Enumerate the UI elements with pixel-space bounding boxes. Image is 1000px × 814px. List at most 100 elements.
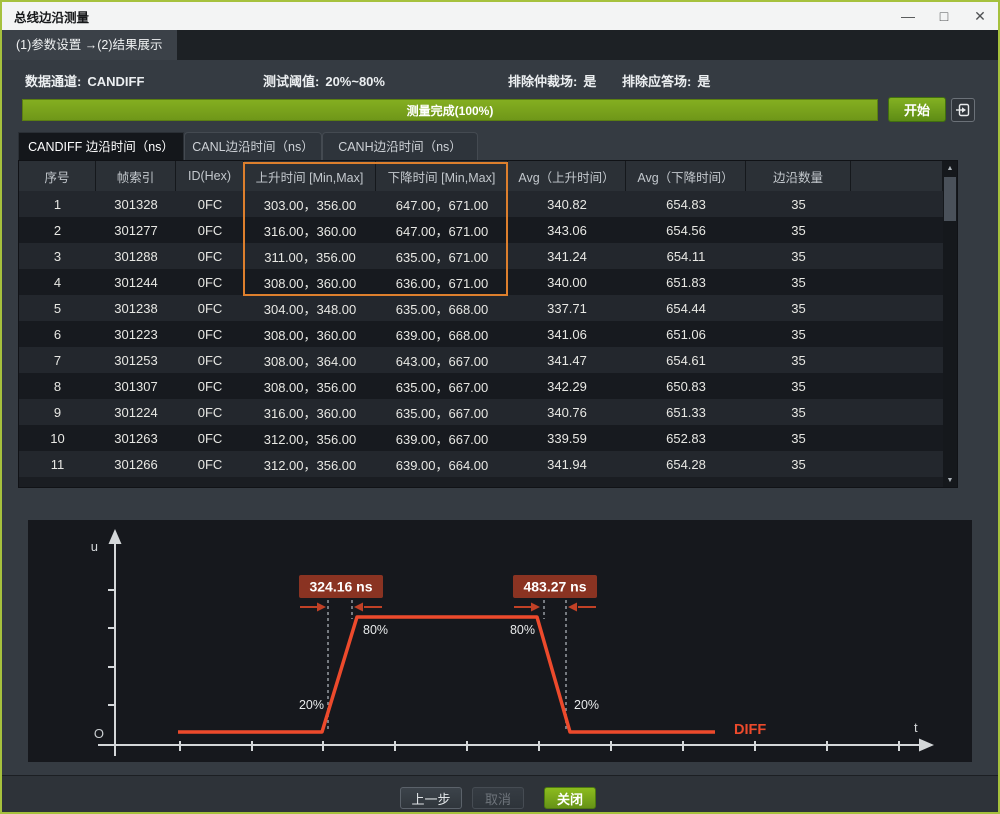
table-cell: 35 <box>746 295 851 321</box>
table-row[interactable]: 33012880FC311.00，356.00635.00，671.00341.… <box>19 243 943 269</box>
table-cell: 635.00，671.00 <box>376 243 508 269</box>
signal-label: DIFF <box>734 722 766 738</box>
back-button[interactable]: 上一步 <box>400 787 462 809</box>
table-cell: 4 <box>19 269 96 295</box>
table-row[interactable]: 83013070FC308.00，356.00635.00，667.00342.… <box>19 373 943 399</box>
table-cell: 35 <box>746 191 851 217</box>
table-row[interactable]: 103012630FC312.00，356.00639.00，667.00339… <box>19 425 943 451</box>
param-label: 排除仲裁场: <box>508 74 577 89</box>
header-fall-time[interactable]: 下降时间 [Min,Max] <box>376 161 508 191</box>
table-cell: 308.00，360.00 <box>244 321 376 347</box>
table-row[interactable]: 13013280FC303.00，356.00647.00，671.00340.… <box>19 191 943 217</box>
table-cell: 341.24 <box>508 243 626 269</box>
table-scrollbar[interactable]: ▲ ▼ <box>943 161 957 487</box>
rise-high-threshold-label: 80% <box>363 623 388 637</box>
cancel-button[interactable]: 取消 <box>472 787 524 809</box>
table-cell: 643.00，667.00 <box>376 347 508 373</box>
minimize-icon[interactable]: — <box>890 2 926 30</box>
table-cell: 654.28 <box>626 451 746 477</box>
table-cell: 654.56 <box>626 217 746 243</box>
param-label: 数据通道: <box>25 74 81 89</box>
table-cell-filler <box>851 295 943 321</box>
header-rise-time[interactable]: 上升时间 [Min,Max] <box>244 161 376 191</box>
table-cell: 340.82 <box>508 191 626 217</box>
header-avg-fall[interactable]: Avg（下降时间） <box>626 161 746 191</box>
header-edge-count[interactable]: 边沿数量 <box>746 161 851 191</box>
progress-bar: 测量完成(100%) <box>22 99 878 121</box>
tab-candiff-edge-time[interactable]: CANDIFF 边沿时间（ns） <box>18 132 184 160</box>
table-cell: 651.33 <box>626 399 746 425</box>
table-cell: 2 <box>19 217 96 243</box>
table-cell: 312.00，356.00 <box>244 425 376 451</box>
table-cell: 301253 <box>96 347 176 373</box>
table-cell: 0FC <box>176 373 244 399</box>
table-cell: 301277 <box>96 217 176 243</box>
table-cell: 308.00，356.00 <box>244 373 376 399</box>
table-row[interactable]: 63012230FC308.00，360.00639.00，668.00341.… <box>19 321 943 347</box>
fall-high-threshold-label: 80% <box>510 623 535 637</box>
rise-arrow-left-icon <box>317 603 326 612</box>
table-cell-filler <box>851 425 943 451</box>
table-cell: 635.00，667.00 <box>376 399 508 425</box>
y-axis-label: u <box>91 539 98 554</box>
table-cell: 301288 <box>96 243 176 269</box>
table-cell: 0FC <box>176 321 244 347</box>
table-cell: 0FC <box>176 295 244 321</box>
diff-waveform <box>178 617 715 732</box>
rise-arrow-right-icon <box>354 603 363 612</box>
window-controls: — □ ✕ <box>890 2 998 30</box>
header-seq[interactable]: 序号 <box>19 161 96 191</box>
header-id-hex[interactable]: ID(Hex) <box>176 161 244 191</box>
table-cell: 301223 <box>96 321 176 347</box>
start-button[interactable]: 开始 <box>888 97 946 122</box>
table-cell: 35 <box>746 399 851 425</box>
scrollbar-thumb[interactable] <box>944 177 956 221</box>
tab-canl-edge-time[interactable]: CANL边沿时间（ns） <box>184 132 322 160</box>
table-cell: 341.47 <box>508 347 626 373</box>
window-title: 总线边沿测量 <box>14 7 89 26</box>
param-exclude-arbitration: 排除仲裁场: 是 <box>508 71 596 90</box>
table-cell: 35 <box>746 451 851 477</box>
table-cell: 35 <box>746 321 851 347</box>
table-cell: 35 <box>746 217 851 243</box>
table-row[interactable]: 113012660FC312.00，356.00639.00，664.00341… <box>19 451 943 477</box>
param-label: 排除应答场: <box>622 74 691 89</box>
table-cell: 340.00 <box>508 269 626 295</box>
table-cell: 301263 <box>96 425 176 451</box>
table-row[interactable]: 43012440FC308.00，360.00636.00，671.00340.… <box>19 269 943 295</box>
table-row[interactable]: 53012380FC304.00，348.00635.00，668.00337.… <box>19 295 943 321</box>
header-frame-index[interactable]: 帧索引 <box>96 161 176 191</box>
tab-canh-edge-time[interactable]: CANH边沿时间（ns） <box>322 132 478 160</box>
table-cell: 651.83 <box>626 269 746 295</box>
bus-edge-measurement-window: 总线边沿测量 — □ ✕ (1)参数设置 →(2)结果展示 数据通道: CANDI… <box>0 0 1000 814</box>
progress-text: 测量完成(100%) <box>407 102 494 119</box>
table-cell: 5 <box>19 295 96 321</box>
measurement-dashed-lines <box>328 600 566 732</box>
table-cell: 654.83 <box>626 191 746 217</box>
table-cell: 301266 <box>96 451 176 477</box>
table-row[interactable]: 73012530FC308.00，364.00643.00，667.00341.… <box>19 347 943 373</box>
close-button[interactable]: 关闭 <box>544 787 596 809</box>
table-cell-filler <box>851 191 943 217</box>
table-cell-filler <box>851 347 943 373</box>
table-cell: 639.00，664.00 <box>376 451 508 477</box>
step-tab[interactable]: (1)参数设置 →(2)结果展示 <box>2 30 177 60</box>
scroll-down-icon[interactable]: ▼ <box>943 473 957 487</box>
param-value: 是 <box>583 74 596 89</box>
export-button[interactable] <box>951 98 975 122</box>
table-row[interactable]: 93012240FC316.00，360.00635.00，667.00340.… <box>19 399 943 425</box>
table-cell: 316.00，360.00 <box>244 217 376 243</box>
fall-arrow-left-icon <box>531 603 540 612</box>
scroll-up-icon[interactable]: ▲ <box>943 161 957 175</box>
titlebar: 总线边沿测量 — □ ✕ <box>2 2 998 30</box>
table-row[interactable]: 23012770FC316.00，360.00647.00，671.00343.… <box>19 217 943 243</box>
table-cell: 337.71 <box>508 295 626 321</box>
table-cell: 9 <box>19 399 96 425</box>
table-cell: 0FC <box>176 217 244 243</box>
table-cell: 0FC <box>176 243 244 269</box>
header-avg-rise[interactable]: Avg（上升时间） <box>508 161 626 191</box>
table-cell: 308.00，364.00 <box>244 347 376 373</box>
close-icon[interactable]: ✕ <box>962 2 998 30</box>
maximize-icon[interactable]: □ <box>926 2 962 30</box>
table-cell: 35 <box>746 425 851 451</box>
